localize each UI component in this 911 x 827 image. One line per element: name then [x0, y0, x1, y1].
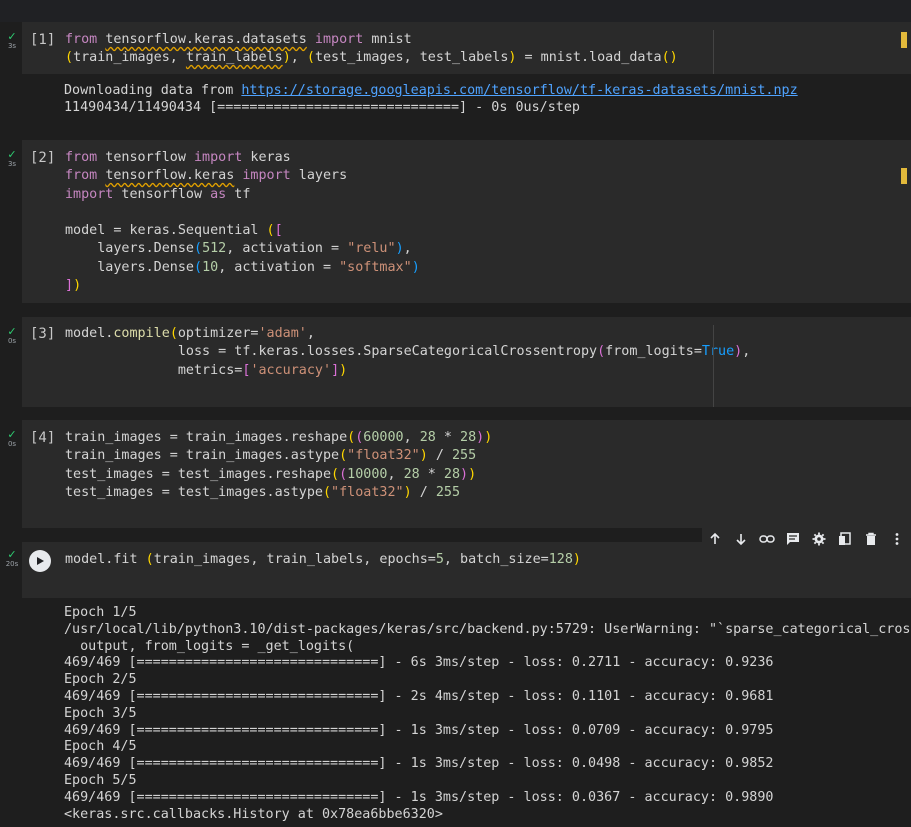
progress-line: 469/469 [==============================]… [64, 722, 774, 738]
execution-time: 3s [7, 42, 17, 50]
scroll-marker [901, 32, 907, 48]
top-bar [0, 0, 911, 22]
code-cell-5[interactable]: ✓ 20s model.fit (train_images, train_lab… [0, 530, 911, 827]
ruler-line [713, 325, 714, 407]
output-line: Epoch 5/5 [64, 772, 137, 788]
output-line: Epoch 2/5 [64, 672, 137, 688]
code-cell-1[interactable]: ✓ 3s [1] from tensorflow.keras.datasets … [0, 22, 911, 120]
output-line: output, from_logits = _get_logits( [64, 638, 355, 654]
comment-icon[interactable] [780, 528, 806, 550]
code-text[interactable]: train_images = train_images.reshape((600… [65, 429, 492, 502]
scroll-marker [901, 168, 907, 184]
cell-output: Epoch 1/5 /usr/local/lib/python3.10/dist… [64, 605, 911, 823]
cell-status[interactable]: ✓ 0s [3, 428, 21, 449]
cell-status[interactable]: ✓ 20s [3, 548, 21, 569]
code-text[interactable]: from tensorflow import keras from tensor… [65, 149, 420, 295]
execution-count: [2] [30, 150, 56, 166]
cell-output: Downloading data from https://storage.go… [64, 83, 798, 117]
execution-time: 3s [7, 160, 17, 168]
move-down-icon[interactable] [728, 528, 754, 550]
cell-gutter: ✓ 3s [0, 140, 22, 305]
success-check-icon: ✓ [7, 148, 17, 161]
code-cell-4[interactable]: ✓ 0s [4] train_images = train_images.res… [0, 420, 911, 530]
execution-count: [3] [30, 326, 56, 342]
progress-line: 469/469 [==============================]… [64, 789, 774, 805]
execution-time: 20s [5, 560, 19, 568]
cell-gutter: ✓ 3s [0, 22, 22, 120]
output-text: Downloading data from [64, 83, 242, 98]
ruler-line [713, 30, 714, 74]
settings-icon[interactable] [806, 528, 832, 550]
execution-time: 0s [7, 337, 17, 345]
output-line: Epoch 3/5 [64, 705, 137, 721]
code-text[interactable]: model.fit (train_images, train_labels, e… [65, 551, 581, 569]
execution-time: 0s [7, 440, 17, 448]
output-text: 11490434/11490434 [=====================… [64, 99, 580, 115]
cell-status[interactable]: ✓ 0s [3, 325, 21, 346]
output-line: Epoch 4/5 [64, 739, 137, 755]
cell-toolbar [702, 528, 911, 550]
execution-count: [1] [30, 32, 56, 48]
success-check-icon: ✓ [7, 548, 17, 561]
link-icon[interactable] [754, 528, 780, 550]
success-check-icon: ✓ [7, 428, 17, 441]
cell-gutter: ✓ 0s [0, 420, 22, 530]
progress-line: 469/469 [==============================]… [64, 688, 774, 704]
warning-line: /usr/local/lib/python3.10/dist-packages/… [64, 621, 911, 637]
progress-line: 469/469 [==============================]… [64, 655, 774, 671]
cell-status[interactable]: ✓ 3s [3, 148, 21, 169]
success-check-icon: ✓ [7, 30, 17, 43]
cell-gutter: ✓ 20s [0, 530, 22, 827]
download-link[interactable]: https://storage.googleapis.com/tensorflo… [241, 83, 797, 98]
code-cell-2[interactable]: ✓ 3s [2] from tensorflow import keras fr… [0, 140, 911, 305]
code-text[interactable]: from tensorflow.keras.datasets import mn… [65, 31, 678, 68]
run-cell-button[interactable] [29, 550, 51, 572]
cell-status[interactable]: ✓ 3s [3, 30, 21, 51]
play-icon [37, 557, 44, 565]
delete-icon[interactable] [858, 528, 884, 550]
output-line: <keras.src.callbacks.History at 0x78ea6b… [64, 806, 443, 822]
code-cell-3[interactable]: ✓ 0s [3] model.compile(optimizer='adam',… [0, 317, 911, 409]
cell-gutter: ✓ 0s [0, 317, 22, 409]
output-line: Epoch 1/5 [64, 605, 137, 620]
execution-count: [4] [30, 430, 56, 446]
more-options-icon[interactable] [884, 528, 910, 550]
code-text[interactable]: model.compile(optimizer='adam', loss = t… [65, 325, 750, 380]
progress-line: 469/469 [==============================]… [64, 756, 774, 772]
mirror-cell-icon[interactable] [832, 528, 858, 550]
move-up-icon[interactable] [702, 528, 728, 550]
success-check-icon: ✓ [7, 325, 17, 338]
